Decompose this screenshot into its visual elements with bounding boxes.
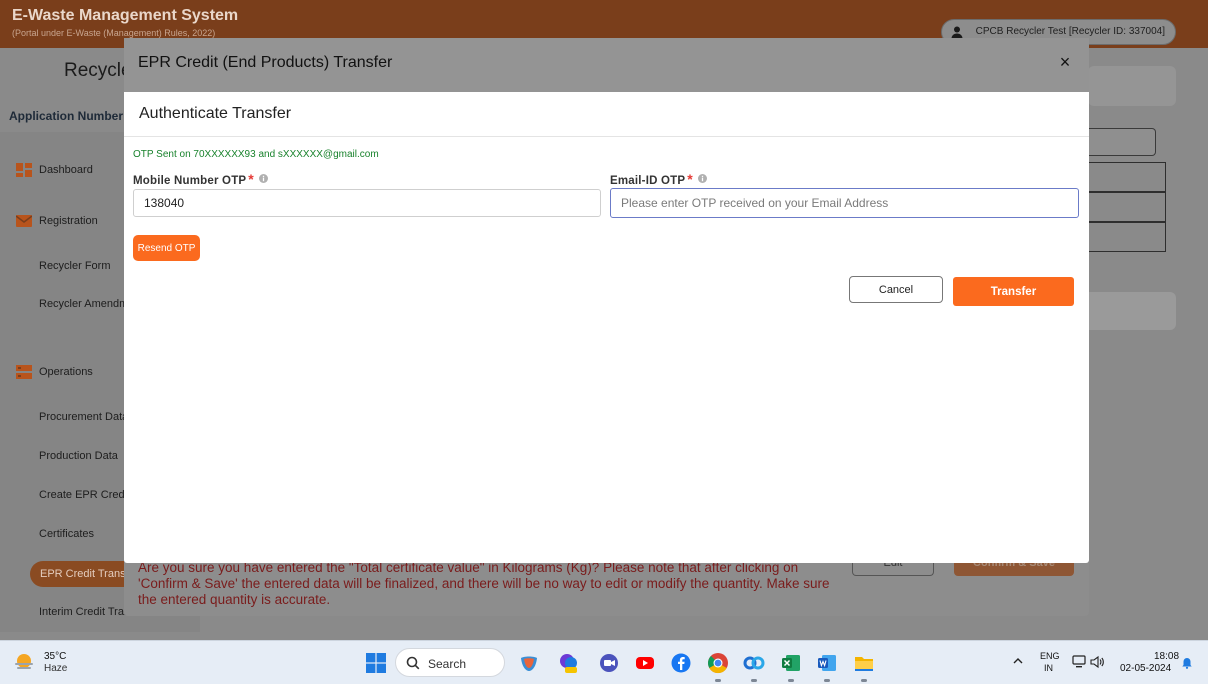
close-icon[interactable]: × bbox=[1055, 52, 1075, 72]
weather-temperature: 35°C bbox=[44, 651, 67, 662]
sidebar-item-label: Recycler Form bbox=[39, 260, 111, 272]
sidebar-item-label: Operations bbox=[39, 366, 93, 378]
volume-icon[interactable] bbox=[1090, 655, 1104, 669]
weather-haze-icon[interactable] bbox=[13, 652, 35, 674]
background-table-cell bbox=[1088, 192, 1166, 222]
resend-otp-button[interactable]: Resend OTP bbox=[133, 235, 200, 261]
app-subtitle: (Portal under E-Waste (Management) Rules… bbox=[12, 28, 216, 38]
excel-icon[interactable] bbox=[780, 652, 802, 674]
mobile-otp-label-text: Mobile Number OTP bbox=[133, 175, 247, 187]
network-icon[interactable] bbox=[1072, 655, 1086, 669]
info-icon[interactable] bbox=[697, 174, 707, 183]
modal-title: EPR Credit (End Products) Transfer bbox=[138, 54, 393, 71]
sidebar-item-label: Dashboard bbox=[39, 164, 93, 176]
background-table-cell bbox=[1088, 162, 1166, 192]
facebook-icon[interactable] bbox=[670, 652, 692, 674]
transfer-button[interactable]: Transfer bbox=[953, 277, 1074, 306]
email-otp-label: Email-ID OTP * bbox=[610, 171, 707, 187]
required-mark: * bbox=[687, 171, 693, 187]
sidebar-item-label: Certificates bbox=[39, 528, 95, 540]
background-panel bbox=[1088, 66, 1176, 106]
chevron-up-icon[interactable] bbox=[1012, 655, 1024, 667]
background-table-cell bbox=[1088, 222, 1166, 252]
notification-bell-icon[interactable] bbox=[1181, 657, 1193, 669]
mail-icon bbox=[16, 215, 32, 227]
running-indicator bbox=[751, 679, 757, 682]
running-indicator bbox=[824, 679, 830, 682]
youtube-icon[interactable] bbox=[634, 652, 656, 674]
sidebar-item-label: Production Data bbox=[39, 450, 118, 462]
mobile-otp-label: Mobile Number OTP * bbox=[133, 171, 268, 187]
meet-icon[interactable] bbox=[598, 652, 620, 674]
running-indicator bbox=[715, 679, 721, 682]
sidebar-item-label: Registration bbox=[39, 215, 98, 227]
taskbar-search[interactable]: Search bbox=[395, 648, 505, 677]
email-otp-input[interactable] bbox=[610, 188, 1079, 218]
region-indicator: IN bbox=[1044, 663, 1053, 673]
capcut-icon[interactable] bbox=[743, 652, 765, 674]
language-indicator[interactable]: ENG bbox=[1040, 651, 1060, 661]
dashboard-icon bbox=[16, 163, 32, 177]
confirmation-warning: Are you sure you have entered the "Total… bbox=[138, 560, 830, 607]
clock-time[interactable]: 18:08 bbox=[1154, 651, 1179, 662]
required-mark: * bbox=[248, 171, 254, 187]
search-icon bbox=[406, 656, 420, 670]
file-explorer-icon[interactable] bbox=[853, 652, 875, 674]
otp-sent-message: OTP Sent on 70XXXXXX93 and sXXXXXX@gmail… bbox=[133, 149, 379, 160]
chrome-icon[interactable] bbox=[707, 652, 729, 674]
search-label: Search bbox=[428, 657, 467, 671]
email-otp-label-text: Email-ID OTP bbox=[610, 175, 686, 187]
application-number-label: Application Number bbox=[9, 109, 124, 123]
server-icon bbox=[16, 365, 32, 379]
background-input bbox=[1088, 128, 1156, 156]
info-icon[interactable] bbox=[258, 174, 268, 183]
transfer-modal-header: EPR Credit (End Products) Transfer × bbox=[124, 38, 1089, 92]
running-indicator bbox=[788, 679, 794, 682]
taskbar: 35°C Haze Search ENG IN 18:08 02-05-2024 bbox=[0, 640, 1208, 684]
windows-start-icon[interactable] bbox=[366, 653, 386, 673]
cancel-button[interactable]: Cancel bbox=[849, 276, 943, 303]
weather-description: Haze bbox=[44, 663, 68, 674]
copilot-icon[interactable] bbox=[518, 652, 540, 674]
dialog-title: Authenticate Transfer bbox=[139, 105, 292, 122]
word-icon[interactable] bbox=[816, 652, 838, 674]
clock-date[interactable]: 02-05-2024 bbox=[1120, 663, 1171, 674]
user-icon bbox=[951, 26, 963, 39]
sidebar-item-label: Create EPR Credit bbox=[39, 489, 131, 501]
user-name: CPCB Recycler Test [Recycler ID: 337004] bbox=[975, 26, 1165, 37]
running-indicator bbox=[861, 679, 867, 682]
mobile-otp-input[interactable] bbox=[133, 189, 601, 217]
authenticate-transfer-dialog: Authenticate Transfer OTP Sent on 70XXXX… bbox=[124, 92, 1089, 563]
background-panel bbox=[1088, 292, 1176, 330]
sidebar-item-label: Procurement Data bbox=[39, 411, 129, 423]
app-title: E-Waste Management System bbox=[12, 7, 239, 24]
pre-app-icon[interactable] bbox=[558, 652, 580, 674]
dialog-header: Authenticate Transfer bbox=[124, 92, 1089, 137]
